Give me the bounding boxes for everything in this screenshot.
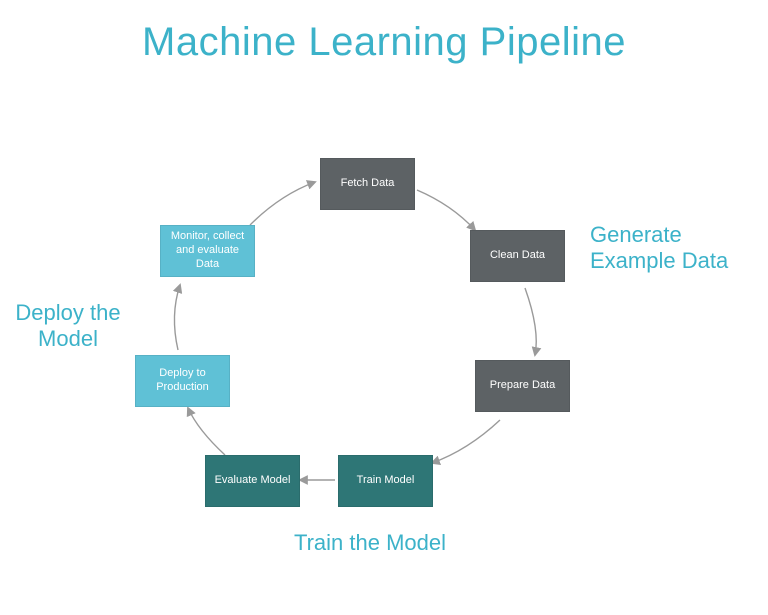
node-prepare-data: Prepare Data [475, 360, 570, 412]
phase-label-train: Train the Model [290, 530, 450, 556]
phase-label-data: Generate Example Data [590, 222, 750, 275]
node-label: Prepare Data [490, 379, 555, 393]
node-train-model: Train Model [338, 455, 433, 507]
node-label: Fetch Data [341, 177, 395, 191]
node-label: Monitor, collect and evaluate Data [164, 230, 251, 271]
node-deploy: Deploy to Production [135, 355, 230, 407]
node-clean-data: Clean Data [470, 230, 565, 282]
node-fetch-data: Fetch Data [320, 158, 415, 210]
arrow-clean-to-prepare [525, 288, 536, 355]
node-label: Clean Data [490, 249, 545, 263]
arrow-fetch-to-clean [417, 190, 475, 230]
arrow-monitor-to-fetch [250, 182, 315, 225]
node-label: Deploy to Production [139, 367, 226, 395]
node-evaluate: Evaluate Model [205, 455, 300, 507]
diagram-stage: Fetch Data Clean Data Prepare Data Train… [0, 130, 768, 610]
arrow-evaluate-to-deploy [188, 408, 225, 455]
page-title: Machine Learning Pipeline [0, 20, 768, 65]
node-monitor: Monitor, collect and evaluate Data [160, 225, 255, 277]
arrow-prepare-to-train [432, 420, 500, 463]
node-label: Train Model [357, 474, 415, 488]
node-label: Evaluate Model [215, 474, 291, 488]
arrow-deploy-to-monitor [174, 285, 180, 350]
phase-label-deploy: Deploy the Model [8, 300, 128, 353]
